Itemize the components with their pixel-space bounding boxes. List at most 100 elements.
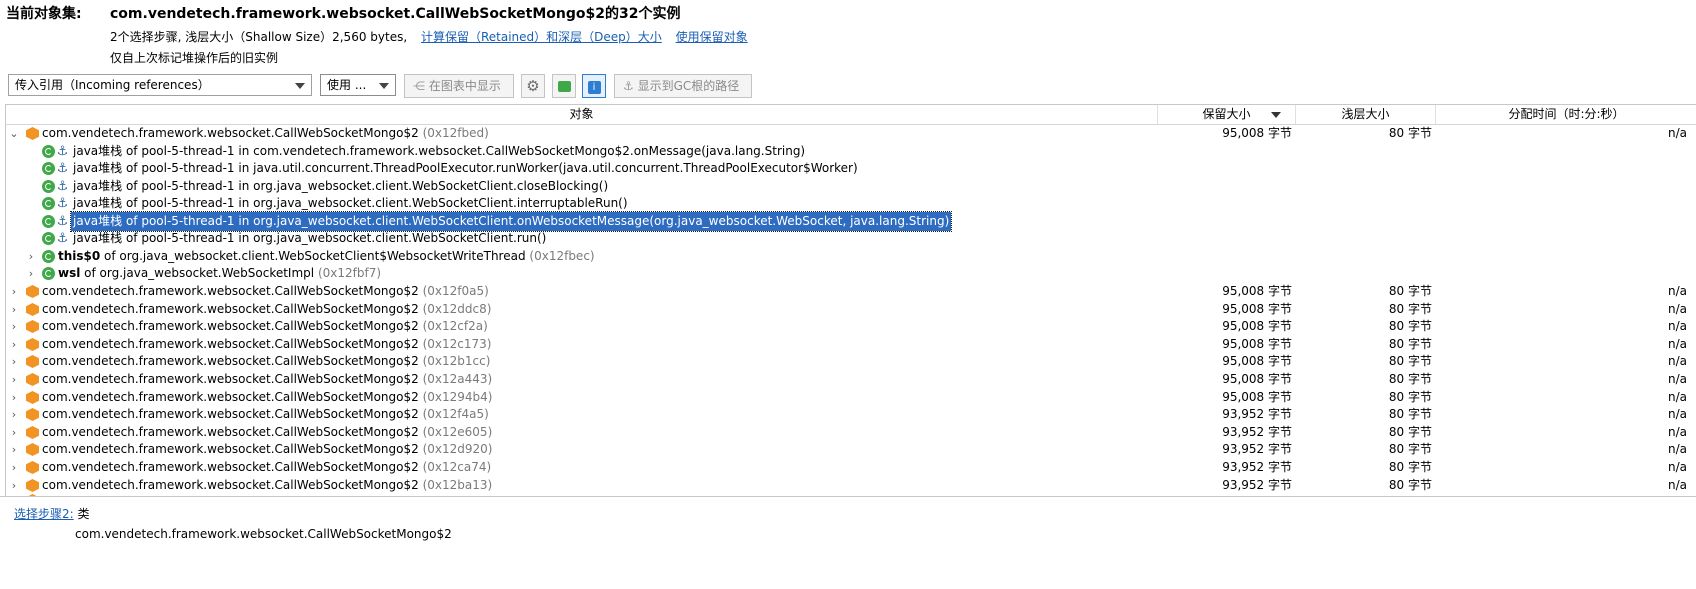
compute-retained-link[interactable]: 计算保留（Retained）和深层（Deep）大小 [421,30,662,44]
selection-info: 2个选择步骤, 浅层大小（Shallow Size）2,560 bytes, 计… [110,28,758,45]
anchor-icon: ⚓ [56,214,69,229]
table-header: 对象 保留大小 浅层大小 分配时间（时:分:秒） [6,105,1696,125]
table-row-expanded[interactable]: ⌄ com.vendetech.framework.websocket.Call… [6,124,1696,143]
alloc-time: n/a [1667,442,1687,456]
retained-size: 95,008 字节 [1222,372,1292,386]
gc-root-icon [42,145,55,158]
object-icon [26,303,39,316]
column-alloc-time[interactable]: 分配时间（时:分:秒） [1435,105,1696,124]
info-icon: i [587,81,601,94]
gc-root-icon [42,232,55,245]
object-label: com.vendetech.framework.websocket.CallWe… [42,442,493,456]
table-row[interactable]: › com.vendetech.framework.websocket.CallW… [6,440,1696,459]
alloc-time: n/a [1667,126,1687,140]
object-icon [26,408,39,421]
old-instances-note: 仅自上次标记堆操作后的旧实例 [110,51,279,65]
shallow-size: 80 字节 [1388,407,1432,421]
selection-step-link[interactable]: 选择步骤2: [14,507,74,521]
current-set-label: 当前对象集: [6,6,82,22]
gc-root-icon [42,197,55,210]
object-label: com.vendetech.framework.websocket.CallWe… [42,407,489,421]
use-combo[interactable]: 使用 ... [320,74,396,96]
retained-size: 95,008 字节 [1222,354,1292,368]
chevron-down-icon [295,83,305,89]
selection-step-kind: 类 [77,507,90,521]
info-toggle-button[interactable]: i [582,74,606,98]
table-row-child[interactable]: ⚓ java堆栈 of pool-5-thread-1 in org.java_… [6,194,1696,213]
table-row[interactable]: › com.vendetech.framework.websocket.CallW… [6,370,1696,389]
column-shallow[interactable]: 浅层大小 [1295,105,1435,124]
field-reference-label: wsl of org.java_websocket.WebSocketImpl … [58,266,382,280]
table-row[interactable]: › com.vendetech.framework.websocket.CallW… [6,282,1696,301]
table-row-field[interactable]: › wsl of org.java_websocket.WebSocketImp… [6,264,1696,283]
table-row[interactable]: › com.vendetech.framework.websocket.CallW… [6,317,1696,336]
table-row[interactable]: › com.vendetech.framework.websocket.CallW… [6,458,1696,477]
selection-step-line: 选择步骤2: 类 [14,505,90,522]
shallow-size: 80 字节 [1388,460,1432,474]
chevron-right-icon[interactable]: › [9,317,19,336]
anchor-icon: ⚓ [623,79,634,93]
selection-step-class: com.vendetech.framework.websocket.CallWe… [75,527,452,541]
column-retained[interactable]: 保留大小 [1157,105,1295,124]
shallow-size: 80 字节 [1388,372,1432,386]
gc-root-icon [42,162,55,175]
object-label: com.vendetech.framework.websocket.CallWe… [42,284,489,298]
object-icon [26,285,39,298]
object-icon [26,355,39,368]
gc-root-icon [42,250,55,263]
references-table: 对象 保留大小 浅层大小 分配时间（时:分:秒） ⌄ com.vendetech… [5,104,1696,530]
anchor-icon: ⚓ [56,144,69,159]
chevron-right-icon[interactable]: › [9,440,19,459]
column-object[interactable]: 对象 [6,105,1157,124]
retained-size: 95,008 字节 [1222,319,1292,333]
retained-size: 93,952 字节 [1222,442,1292,456]
shallow-size: 80 字节 [1388,442,1432,456]
chevron-right-icon[interactable]: › [9,370,19,389]
show-gc-path-label: 显示到GC根的路径 [637,79,740,93]
object-icon [26,443,39,456]
graph-icon: ⋲ [413,79,425,93]
alloc-time: n/a [1667,407,1687,421]
alloc-time: n/a [1667,354,1687,368]
stack-reference-label: java堆栈 of pool-5-thread-1 in java.util.c… [73,161,858,175]
reference-type-value: 传入引用（Incoming references） [15,78,210,92]
gc-button[interactable] [552,74,576,98]
settings-button[interactable]: ⚙ [521,74,545,98]
chevron-right-icon[interactable]: › [26,264,36,283]
use-retained-link[interactable]: 使用保留对象 [676,30,748,44]
alloc-time: n/a [1667,372,1687,386]
gc-root-icon [42,267,55,280]
toolbar: 传入引用（Incoming references） 使用 ... ⋲ 在图表中显… [0,72,1696,100]
table-row-child[interactable]: ⚓ java堆栈 of pool-5-thread-1 in java.util… [6,159,1696,178]
show-in-graph-button[interactable]: ⋲ 在图表中显示 [404,74,514,98]
steps-info: 2个选择步骤, 浅层大小（Shallow Size）2,560 bytes, [110,30,408,44]
alloc-time: n/a [1667,319,1687,333]
chevron-down-icon[interactable]: ⌄ [9,124,19,143]
object-icon [26,426,39,439]
chevron-right-icon[interactable]: › [9,282,19,301]
object-icon [26,320,39,333]
table-row-child[interactable]: ⚓ java堆栈 of pool-5-thread-1 in org.java_… [6,229,1696,248]
anchor-icon: ⚓ [56,179,69,194]
selection-step-panel: 选择步骤2: 类 com.vendetech.framework.websock… [0,496,1696,589]
object-icon [26,461,39,474]
shallow-size: 80 字节 [1388,319,1432,333]
table-row[interactable]: › com.vendetech.framework.websocket.CallW… [6,405,1696,424]
object-label: com.vendetech.framework.websocket.CallWe… [42,354,491,368]
column-retained-label: 保留大小 [1202,107,1251,121]
shallow-size: 80 字节 [1388,354,1432,368]
anchor-icon: ⚓ [56,231,69,246]
chevron-down-icon [379,83,389,89]
show-in-graph-label: 在图表中显示 [428,79,501,93]
shallow-size: 80 字节 [1388,284,1432,298]
chevron-right-icon[interactable]: › [9,458,19,477]
object-label: com.vendetech.framework.websocket.CallWe… [42,460,492,474]
stack-reference-label: java堆栈 of pool-5-thread-1 in org.java_we… [73,196,628,210]
chevron-right-icon[interactable]: › [9,405,19,424]
gc-root-icon [42,180,55,193]
show-gc-path-button[interactable]: ⚓ 显示到GC根的路径 [614,74,752,98]
retained-size: 93,952 字节 [1222,460,1292,474]
chevron-right-icon[interactable]: › [9,352,19,371]
table-row[interactable]: › com.vendetech.framework.websocket.CallW… [6,352,1696,371]
reference-type-combo[interactable]: 传入引用（Incoming references） [8,74,312,96]
